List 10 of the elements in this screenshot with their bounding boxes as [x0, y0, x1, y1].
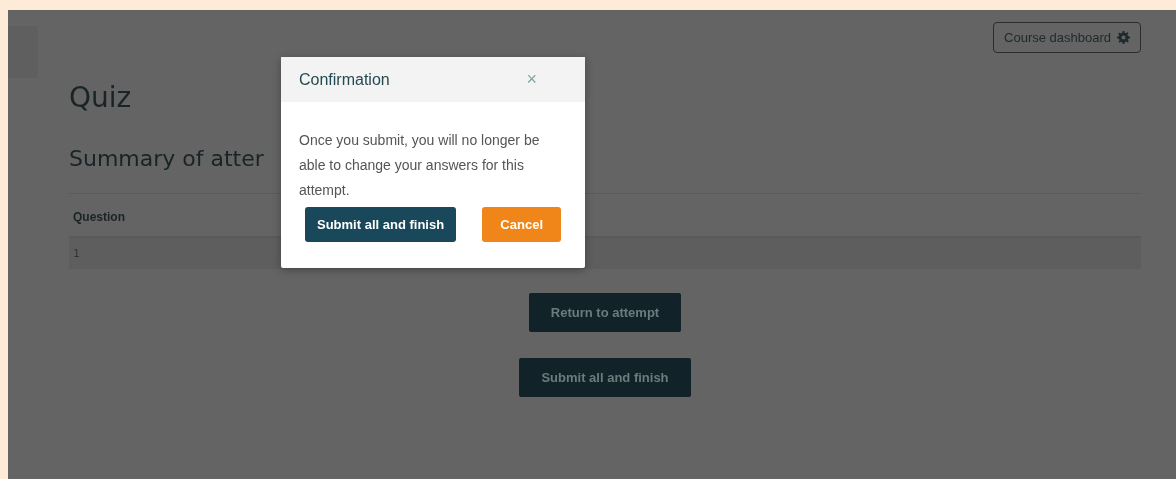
action-button[interactable]: Submit all and finish: [519, 358, 691, 397]
page-title: Quiz: [69, 81, 132, 114]
action-button[interactable]: Return to attempt: [528, 293, 682, 332]
submit-button[interactable]: Submit all and finish: [305, 207, 457, 242]
cancel-button[interactable]: Cancel: [482, 207, 561, 242]
dialog-title: Confirmation: [299, 70, 390, 89]
close-button[interactable]: ×: [526, 69, 537, 90]
section-heading: Summary of atter: [69, 146, 264, 171]
course-dashboard-button[interactable]: Course dashboard: [993, 22, 1141, 53]
settings-icon: [1117, 31, 1130, 44]
